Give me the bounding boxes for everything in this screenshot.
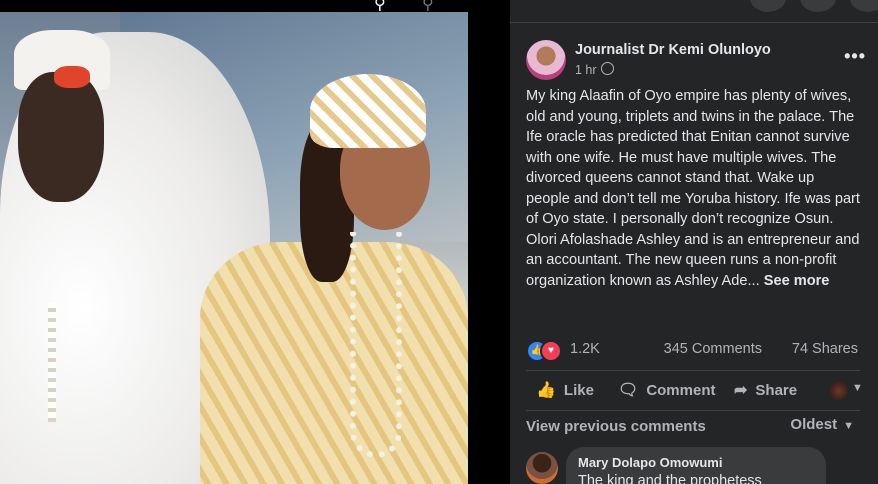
post-text: My king Alaafin of Oyo empire has plenty…: [526, 88, 860, 289]
messenger-button[interactable]: [800, 0, 836, 12]
caret-down-icon: ▼: [852, 382, 863, 394]
photo-viewer: ⚲ ⚲: [0, 0, 510, 484]
see-more-link[interactable]: See more: [764, 273, 830, 289]
share-button[interactable]: ➦ Share: [734, 376, 797, 406]
panel-top-bar: [510, 0, 878, 23]
author-name[interactable]: Journalist Dr Kemi Olunloyo: [575, 42, 771, 58]
notifications-button[interactable]: [850, 0, 878, 12]
globe-icon: [600, 62, 614, 75]
comment-label: Comment: [646, 382, 716, 399]
like-button[interactable]: 👍 Like: [536, 376, 594, 406]
menu-button[interactable]: [750, 0, 786, 12]
king-beads: [48, 302, 56, 422]
queen-headgear: [310, 74, 426, 148]
post-actions: 👍 Like 🗨 Comment ➦ Share ▼: [526, 376, 866, 406]
post-header: Journalist Dr Kemi Olunloyo 1 hr •••: [526, 40, 866, 82]
caret-down-icon: ▼: [843, 420, 854, 432]
commenter-name[interactable]: Mary Dolapo Omowumi: [578, 455, 722, 470]
viewer-top-bar: ⚲ ⚲: [0, 0, 510, 13]
reaction-count[interactable]: 1.2K: [570, 341, 600, 357]
queen-bead-necklace: [350, 232, 402, 458]
divider: [526, 410, 860, 411]
post-stats: 👍 ♥ 1.2K 345 Comments 74 Shares: [526, 338, 860, 362]
divider: [526, 370, 860, 371]
post-time[interactable]: 1 hr: [575, 63, 597, 77]
comment-text: The king and the prophetess: [578, 473, 762, 484]
view-previous-comments-link[interactable]: View previous comments: [526, 418, 706, 435]
thumbs-up-icon: 👍: [536, 382, 556, 399]
king-face: [18, 72, 104, 202]
author-avatar[interactable]: [526, 40, 566, 80]
post-meta: 1 hr: [575, 62, 614, 77]
speech-bubble-icon: 🗨: [618, 382, 639, 399]
more-options-icon[interactable]: •••: [844, 46, 866, 67]
post-side-panel: Journalist Dr Kemi Olunloyo 1 hr ••• My …: [510, 0, 878, 484]
comment-sort-dropdown[interactable]: Oldest ▼: [790, 416, 854, 433]
viewer-avatar: [830, 382, 848, 400]
reaction-audience-selector[interactable]: ▼: [830, 382, 866, 400]
comment-count[interactable]: 345 Comments: [664, 341, 762, 357]
share-arrow-icon: ➦: [734, 382, 748, 399]
post-body: My king Alaafin of Oyo empire has plenty…: [526, 86, 861, 291]
sort-label: Oldest: [790, 416, 838, 433]
post-photo[interactable]: [0, 12, 468, 484]
share-count[interactable]: 74 Shares: [792, 341, 858, 357]
king-red-glasses: [54, 66, 90, 88]
comment-button[interactable]: 🗨 Comment: [618, 376, 715, 406]
share-label: Share: [755, 382, 798, 399]
love-reaction-icon[interactable]: ♥: [540, 340, 562, 362]
like-label: Like: [563, 382, 594, 399]
commenter-avatar[interactable]: [526, 452, 558, 484]
comment-bubble: Mary Dolapo Omowumi The king and the pro…: [566, 447, 826, 484]
